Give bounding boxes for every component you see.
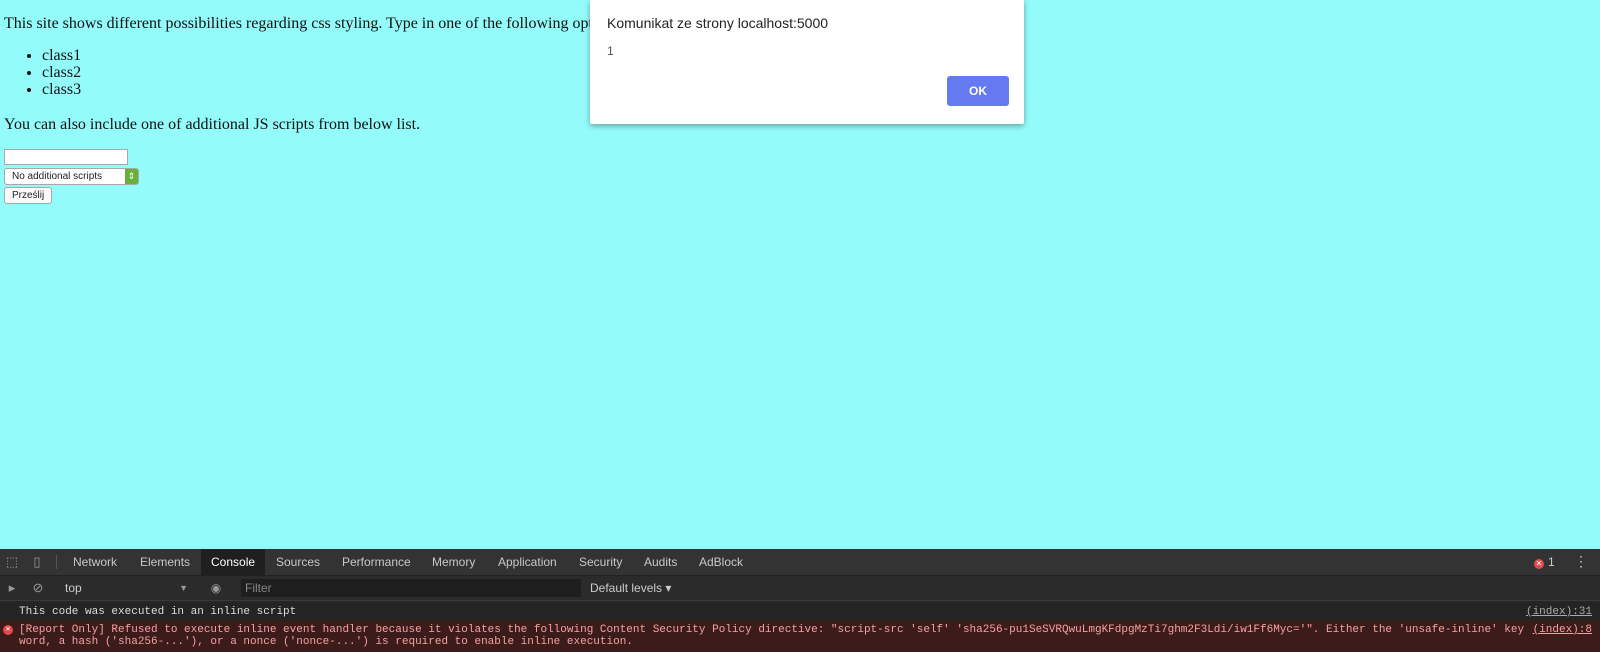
class-list-item: class3 xyxy=(42,81,81,98)
tab-network[interactable]: Network xyxy=(63,549,127,575)
device-toggle-icon[interactable]: ▯ xyxy=(30,555,44,569)
inspect-icon[interactable]: ⬚ xyxy=(5,555,19,569)
tab-sources[interactable]: Sources xyxy=(266,549,330,575)
class-input[interactable] xyxy=(4,149,128,165)
devtools-tabbar: ⬚ ▯ Network Elements Console Sources Per… xyxy=(0,549,1600,576)
error-icon: ✕ xyxy=(1534,559,1544,569)
select-arrows-icon: ⇕ xyxy=(125,169,138,184)
context-select[interactable]: top ▼ xyxy=(59,579,192,597)
tab-security[interactable]: Security xyxy=(569,549,632,575)
scripts-select-value: No additional scripts xyxy=(12,171,103,182)
submit-button[interactable]: Prześlij xyxy=(4,187,53,204)
console-error-row: ✕ [Report Only] Refused to execute inlin… xyxy=(0,621,1600,652)
alert-dialog: Komunikat ze strony localhost:5000 1 OK xyxy=(590,0,1024,124)
clear-console-icon[interactable]: ⊘ xyxy=(31,581,45,595)
levels-dropdown[interactable]: Default levels ▾ xyxy=(590,579,671,597)
tab-adblock[interactable]: AdBlock xyxy=(689,549,753,575)
class-list-item: class1 xyxy=(42,47,81,64)
error-source-link[interactable]: (index):8 xyxy=(1533,624,1592,636)
error-count: 1 xyxy=(1548,555,1555,569)
chevron-down-icon: ▼ xyxy=(179,583,188,593)
scripts-text: You can also include one of additional J… xyxy=(4,116,421,133)
tab-elements[interactable]: Elements xyxy=(130,549,200,575)
tab-memory[interactable]: Memory xyxy=(422,549,485,575)
console-log-row: This code was executed in an inline scri… xyxy=(0,603,1600,622)
levels-label: Default levels xyxy=(590,581,663,595)
dialog-message: 1 xyxy=(607,44,614,58)
console-toolbar: ▸ ⊘ top ▼ ◉ Default levels ▾ xyxy=(0,576,1600,601)
divider xyxy=(56,555,57,569)
scripts-select[interactable]: No additional scripts ⇕ xyxy=(4,168,139,185)
context-value: top xyxy=(65,581,82,595)
tab-performance[interactable]: Performance xyxy=(332,549,421,575)
log-message: This code was executed in an inline scri… xyxy=(19,606,297,618)
intro-text: This site shows different possibilities … xyxy=(4,15,620,32)
log-source-link[interactable]: (index):31 xyxy=(1526,603,1592,621)
dialog-title: Komunikat ze strony localhost:5000 xyxy=(607,15,829,31)
error-icon: ✕ xyxy=(3,625,13,635)
error-count-badge[interactable]: ✕ 1 xyxy=(1534,555,1555,569)
tab-application[interactable]: Application xyxy=(488,549,567,575)
error-message: [Report Only] Refused to execute inline … xyxy=(19,624,1525,648)
tab-audits[interactable]: Audits xyxy=(634,549,687,575)
tab-console[interactable]: Console xyxy=(201,549,266,575)
ok-button[interactable]: OK xyxy=(947,76,1009,106)
eye-icon[interactable]: ◉ xyxy=(208,580,224,596)
sidebar-toggle-icon[interactable]: ▸ xyxy=(5,581,19,595)
class-list-item: class2 xyxy=(42,64,81,81)
filter-input[interactable] xyxy=(241,579,581,597)
more-icon[interactable]: ⋮ xyxy=(1574,553,1588,570)
class-list: class1 class2 class3 xyxy=(4,47,81,98)
